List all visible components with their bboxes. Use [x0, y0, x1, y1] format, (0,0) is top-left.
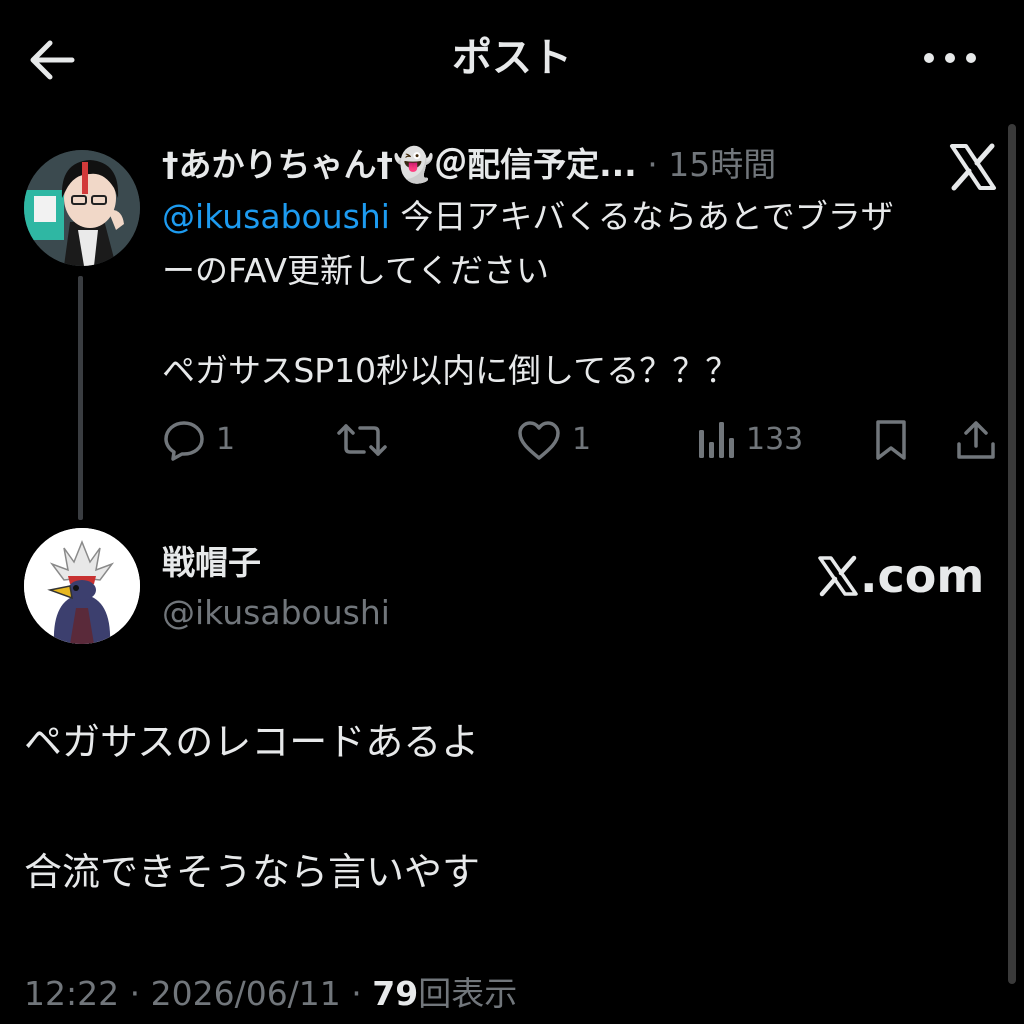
like-button[interactable]: 1	[516, 414, 591, 466]
retweet-button[interactable]	[336, 414, 388, 466]
page-title: ポスト	[452, 35, 572, 81]
views-button[interactable]: 133	[696, 414, 803, 466]
thread-connector-line	[78, 276, 83, 520]
x-logo-icon	[818, 555, 858, 597]
post-date[interactable]: 2026/06/11	[151, 974, 341, 1013]
bookmark-button[interactable]	[872, 414, 910, 466]
avatar-image	[24, 528, 140, 644]
mention-link[interactable]: @ikusaboushi	[162, 197, 390, 236]
avatar[interactable]	[24, 150, 140, 266]
reply-icon	[164, 421, 204, 461]
x-logo-icon	[946, 140, 1000, 194]
post-text-line: ーのFAV更新してください	[162, 251, 550, 290]
views-count: 79	[372, 974, 419, 1013]
views-chart-icon	[699, 422, 734, 458]
scrollbar[interactable]	[1008, 124, 1016, 984]
post-text-line: ペガサスSP10秒以内に倒してる？？？	[162, 351, 739, 390]
post-text-line: 合流できそうなら言いやす	[24, 850, 481, 894]
author-name[interactable]: 戦帽子	[162, 540, 261, 586]
separator-dot: ·	[647, 145, 658, 184]
post-detail-screen: ポスト †あかりちゃん†👻＠配信予定... · 15時間 @ikusaboush…	[0, 0, 1024, 1024]
post-text-line: ペガサスのレコードあるよ	[24, 720, 480, 764]
top-bar: ポスト	[0, 0, 1024, 120]
like-count: 1	[572, 422, 592, 457]
bookmark-icon	[876, 420, 906, 460]
post-header: †あかりちゃん†👻＠配信予定... · 15時間	[162, 142, 852, 188]
avatar-image	[24, 150, 140, 266]
share-button[interactable]	[954, 414, 998, 466]
author-handle[interactable]: @ikusaboushi	[162, 590, 390, 636]
more-horizontal-icon	[924, 53, 976, 63]
post-meta: 12:22 · 2026/06/11 · 79回表示	[24, 974, 518, 1013]
post-time[interactable]: 12:22	[24, 974, 119, 1013]
share-icon	[957, 421, 995, 459]
more-options-button[interactable]	[920, 38, 980, 78]
retweet-icon	[337, 424, 387, 456]
post-time[interactable]: 15時間	[668, 145, 776, 184]
author-name[interactable]: †あかりちゃん†👻＠配信予定...	[162, 145, 637, 184]
views-count: 133	[746, 422, 804, 457]
reply-button[interactable]: 1	[162, 414, 235, 466]
avatar[interactable]	[24, 528, 140, 644]
reply-count: 1	[216, 422, 236, 457]
post-text-line: @ikusaboushi 今日アキバくるならあとでブラザ	[162, 197, 894, 236]
heart-icon	[518, 421, 560, 460]
x-com-text: .com	[860, 549, 985, 603]
views-label: 回表示	[418, 974, 518, 1013]
x-com-logo: .com	[816, 546, 986, 606]
